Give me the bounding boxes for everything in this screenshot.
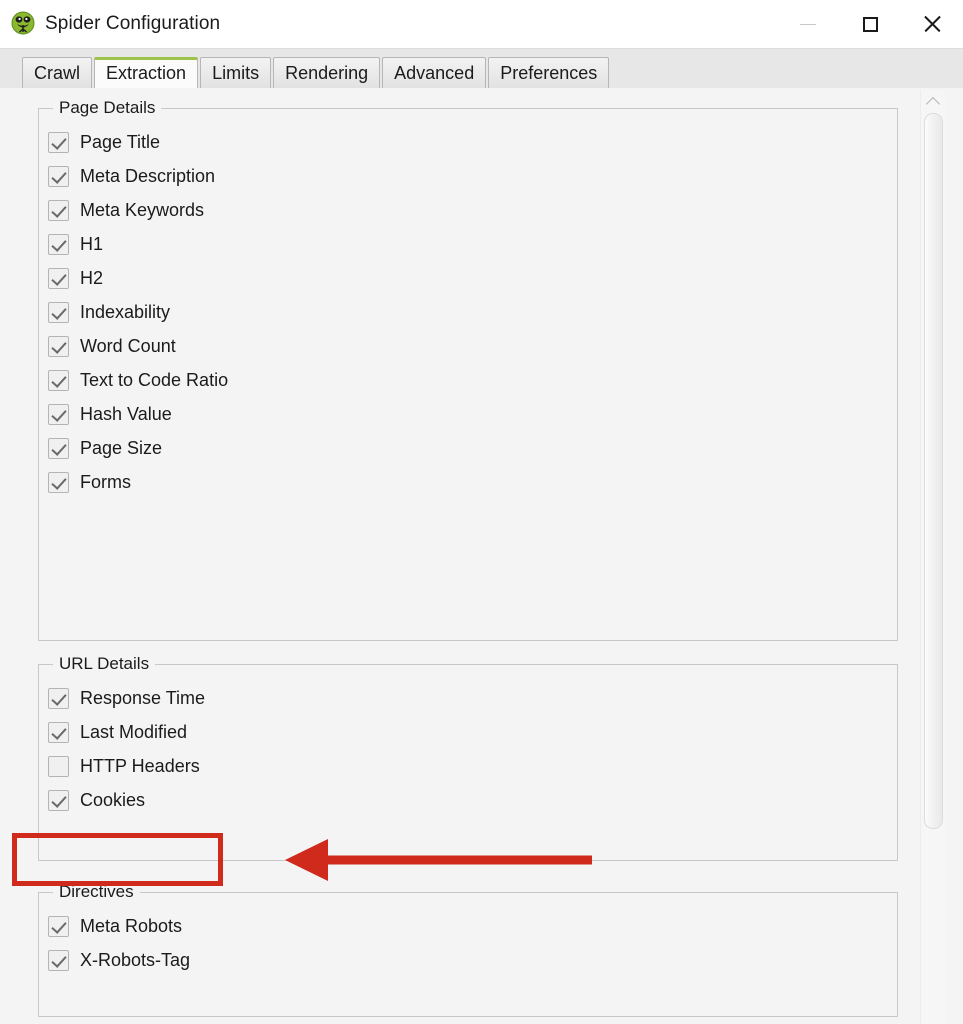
checkbox-row-response-time[interactable]: Response Time (39, 681, 897, 715)
tab-advanced[interactable]: Advanced (382, 57, 487, 88)
tab-extraction[interactable]: Extraction (94, 57, 199, 88)
checkbox-page-title[interactable] (48, 131, 69, 153)
checkbox-meta-description-label: Meta Description (80, 165, 216, 186)
checkbox-h2-label: H2 (80, 267, 104, 288)
group-url-details: URL Details Response Time Last Modified … (38, 654, 898, 861)
checkbox-row-meta-description[interactable]: Meta Description (39, 159, 897, 193)
checkbox-http-headers-label: HTTP Headers (80, 755, 200, 776)
minimize-icon (800, 23, 816, 25)
checkbox-row-h2[interactable]: H2 (39, 261, 897, 295)
checkbox-text-to-code-ratio-label: Text to Code Ratio (80, 369, 229, 390)
checkbox-word-count[interactable] (48, 335, 69, 357)
checkbox-cookies[interactable] (48, 789, 69, 811)
group-directives: Directives Meta Robots X-Robots-Tag (38, 882, 898, 1017)
group-url-details-body: Response Time Last Modified HTTP Headers… (39, 665, 897, 829)
checkbox-h2[interactable] (48, 267, 69, 289)
checkbox-row-http-headers[interactable]: HTTP Headers (39, 749, 897, 783)
checkbox-row-last-modified[interactable]: Last Modified (39, 715, 897, 749)
checkbox-row-x-robots-tag[interactable]: X-Robots-Tag (39, 943, 897, 977)
scrollbar-thumb[interactable] (924, 113, 943, 829)
tab-rendering-label: Rendering (285, 63, 369, 83)
tab-crawl-label: Crawl (34, 63, 81, 83)
minimize-button[interactable] (777, 0, 839, 48)
vertical-scrollbar[interactable] (920, 90, 945, 1024)
scroll-up-arrow-icon[interactable] (921, 93, 945, 110)
group-directives-body: Meta Robots X-Robots-Tag (39, 893, 897, 989)
group-page-details-title: Page Details (53, 98, 162, 118)
checkbox-hash-value[interactable] (48, 403, 69, 425)
group-page-details-body: Page Title Meta Description Meta Keyword… (39, 109, 897, 511)
checkbox-row-cookies[interactable]: Cookies (39, 783, 897, 817)
checkbox-row-meta-keywords[interactable]: Meta Keywords (39, 193, 897, 227)
checkbox-row-page-title[interactable]: Page Title (39, 125, 897, 159)
checkbox-row-text-to-code-ratio[interactable]: Text to Code Ratio (39, 363, 897, 397)
checkbox-indexability[interactable] (48, 301, 69, 323)
checkbox-response-time-label: Response Time (80, 687, 206, 708)
maximize-button[interactable] (839, 0, 901, 48)
checkbox-forms-label: Forms (80, 471, 131, 492)
group-page-details: Page Details Page Title Meta Description… (38, 98, 898, 641)
checkbox-page-title-label: Page Title (80, 131, 161, 152)
group-url-details-title: URL Details (53, 654, 156, 674)
checkbox-x-robots-tag[interactable] (48, 949, 69, 971)
checkbox-last-modified[interactable] (48, 721, 69, 743)
checkbox-row-meta-robots[interactable]: Meta Robots (39, 909, 897, 943)
maximize-icon (862, 16, 878, 32)
close-icon (922, 14, 942, 34)
checkbox-indexability-label: Indexability (80, 301, 171, 322)
spider-logo-icon (10, 11, 36, 37)
checkbox-meta-robots[interactable] (48, 915, 69, 937)
checkbox-response-time[interactable] (48, 687, 69, 709)
checkbox-hash-value-label: Hash Value (80, 403, 172, 424)
tab-preferences[interactable]: Preferences (488, 57, 610, 88)
tab-preferences-label: Preferences (500, 63, 598, 83)
tab-limits[interactable]: Limits (200, 57, 272, 88)
checkbox-row-page-size[interactable]: Page Size (39, 431, 897, 465)
checkbox-page-size-label: Page Size (80, 437, 163, 458)
checkbox-forms[interactable] (48, 471, 69, 493)
checkbox-http-headers[interactable] (48, 755, 69, 777)
tab-advanced-label: Advanced (394, 63, 475, 83)
tab-rendering[interactable]: Rendering (273, 57, 381, 88)
group-directives-title: Directives (53, 882, 140, 902)
checkbox-row-forms[interactable]: Forms (39, 465, 897, 499)
checkbox-row-h1[interactable]: H1 (39, 227, 897, 261)
tab-limits-label: Limits (212, 63, 260, 83)
checkbox-h1-label: H1 (80, 233, 104, 254)
config-tab-bar: Crawl Extraction Limits Rendering Advanc… (0, 48, 963, 88)
close-button[interactable] (901, 0, 963, 48)
tab-extraction-label: Extraction (106, 63, 187, 83)
tab-crawl[interactable]: Crawl (22, 57, 93, 88)
checkbox-row-indexability[interactable]: Indexability (39, 295, 897, 329)
window-controls (777, 0, 963, 48)
window-title: Spider Configuration (45, 13, 221, 34)
checkbox-row-hash-value[interactable]: Hash Value (39, 397, 897, 431)
window-titlebar: Spider Configuration (0, 0, 963, 48)
checkbox-word-count-label: Word Count (80, 335, 176, 356)
checkbox-last-modified-label: Last Modified (80, 721, 188, 742)
extraction-panel: Page Details Page Title Meta Description… (0, 88, 963, 1024)
checkbox-meta-keywords-label: Meta Keywords (80, 199, 205, 220)
checkbox-cookies-label: Cookies (80, 789, 146, 810)
checkbox-row-word-count[interactable]: Word Count (39, 329, 897, 363)
checkbox-meta-keywords[interactable] (48, 199, 69, 221)
checkbox-meta-description[interactable] (48, 165, 69, 187)
extraction-scroll-area: Page Details Page Title Meta Description… (0, 88, 920, 1024)
checkbox-h1[interactable] (48, 233, 69, 255)
checkbox-meta-robots-label: Meta Robots (80, 915, 183, 936)
checkbox-text-to-code-ratio[interactable] (48, 369, 69, 391)
checkbox-page-size[interactable] (48, 437, 69, 459)
checkbox-x-robots-tag-label: X-Robots-Tag (80, 949, 191, 970)
